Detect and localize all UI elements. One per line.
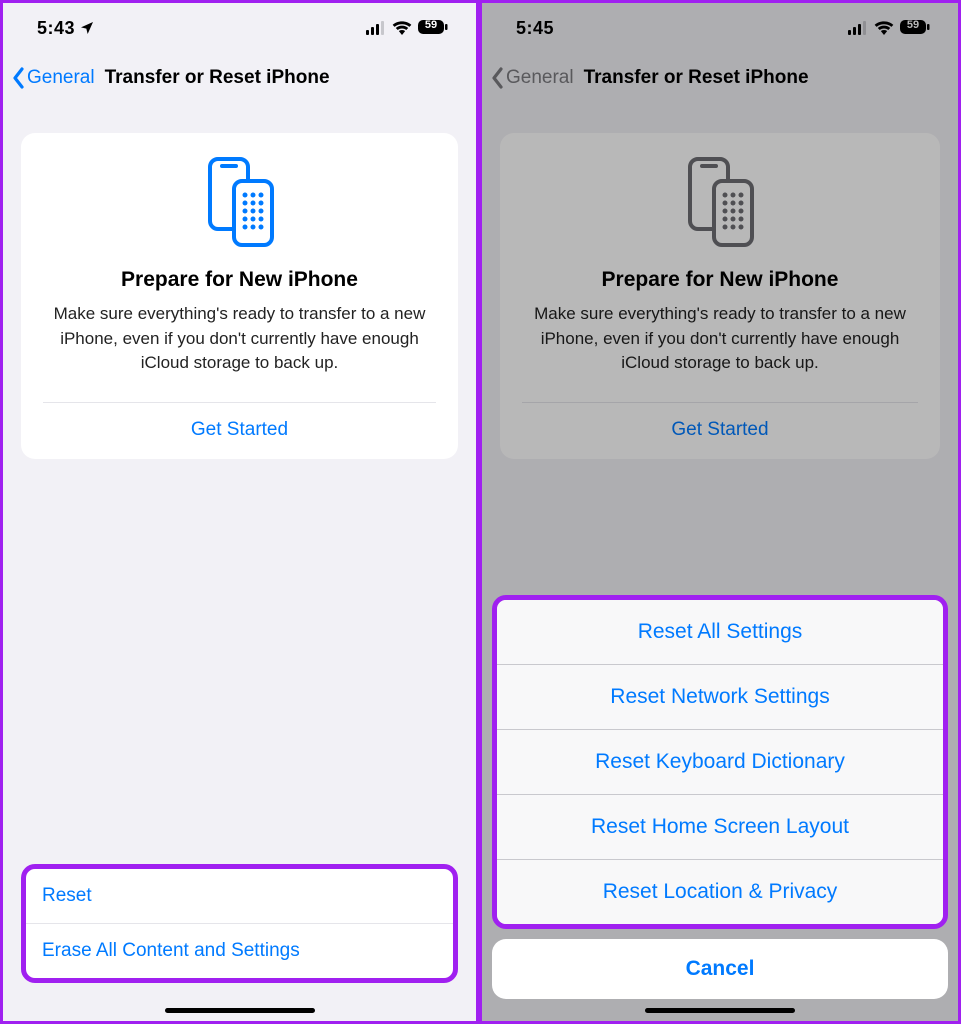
status-time: 5:45 <box>516 18 554 39</box>
action-sheet-container: Reset All Settings Reset Network Setting… <box>492 595 948 999</box>
back-button[interactable]: General <box>490 67 574 89</box>
reset-network-settings-button[interactable]: Reset Network Settings <box>497 664 943 729</box>
nav-bar: General Transfer or Reset iPhone <box>3 53 476 103</box>
nav-title: Transfer or Reset iPhone <box>105 67 330 89</box>
nav-title: Transfer or Reset iPhone <box>584 67 809 89</box>
cellular-signal-icon <box>366 21 386 35</box>
card-title: Prepare for New iPhone <box>43 268 436 292</box>
cancel-button[interactable]: Cancel <box>492 939 948 999</box>
devices-icon <box>680 155 760 250</box>
reset-options-list: Reset Erase All Content and Settings <box>21 864 458 983</box>
erase-all-button[interactable]: Erase All Content and Settings <box>26 923 453 978</box>
location-arrow-icon <box>79 20 95 36</box>
home-indicator[interactable] <box>165 1008 315 1013</box>
battery-percent: 59 <box>900 19 926 31</box>
battery-icon: 59 <box>900 20 930 36</box>
screenshot-left: 5:43 59 General Transfer or Reset iPhone <box>0 0 479 1024</box>
wifi-icon <box>392 21 412 35</box>
devices-icon <box>200 155 280 250</box>
home-indicator[interactable] <box>645 1008 795 1013</box>
prepare-card: Prepare for New iPhone Make sure everyth… <box>21 133 458 459</box>
get-started-button[interactable]: Get Started <box>43 403 436 459</box>
status-time: 5:43 <box>37 18 75 39</box>
reset-location-privacy-button[interactable]: Reset Location & Privacy <box>497 859 943 924</box>
battery-percent: 59 <box>418 19 444 31</box>
reset-button[interactable]: Reset <box>26 869 453 923</box>
status-bar: 5:43 59 <box>3 3 476 53</box>
reset-action-sheet: Reset All Settings Reset Network Setting… <box>492 595 948 929</box>
back-label: General <box>506 67 574 89</box>
back-label: General <box>27 67 95 89</box>
reset-home-screen-layout-button[interactable]: Reset Home Screen Layout <box>497 794 943 859</box>
reset-all-settings-button[interactable]: Reset All Settings <box>497 600 943 664</box>
reset-keyboard-dictionary-button[interactable]: Reset Keyboard Dictionary <box>497 729 943 794</box>
card-description: Make sure everything's ready to transfer… <box>43 302 436 376</box>
back-button[interactable]: General <box>11 67 95 89</box>
status-bar: 5:45 59 <box>482 3 958 53</box>
prepare-card: Prepare for New iPhone Make sure everyth… <box>500 133 940 459</box>
chevron-left-icon <box>11 67 25 89</box>
chevron-left-icon <box>490 67 504 89</box>
card-title: Prepare for New iPhone <box>522 268 918 292</box>
nav-bar: General Transfer or Reset iPhone <box>482 53 958 103</box>
screenshot-right: 5:45 59 General Transfer or Reset iPhone <box>479 0 961 1024</box>
cellular-signal-icon <box>848 21 868 35</box>
get-started-button[interactable]: Get Started <box>522 403 918 459</box>
battery-icon: 59 <box>418 20 448 36</box>
wifi-icon <box>874 21 894 35</box>
card-description: Make sure everything's ready to transfer… <box>522 302 918 376</box>
